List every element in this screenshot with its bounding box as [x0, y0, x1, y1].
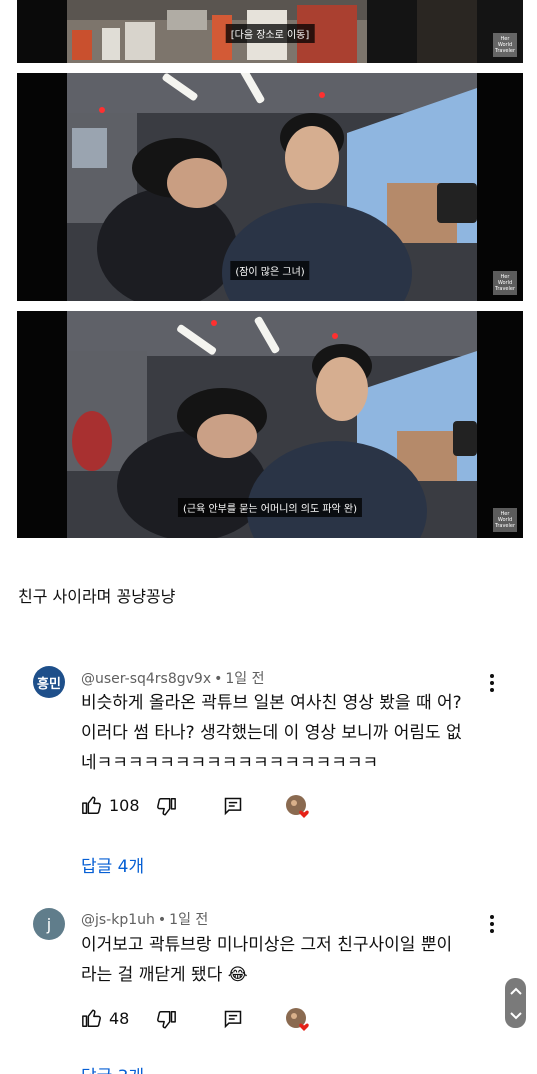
commenter-avatar[interactable]: j [33, 908, 65, 940]
thumbs-up-icon [82, 1009, 101, 1027]
comment-text: 이거보고 곽튜브랑 미나미상은 그저 친구사이일 뿐이라는 걸 깨닫게 됐다 😂 [81, 935, 453, 985]
comment-time: 1일 전 [225, 671, 265, 687]
like-count: 48 [109, 1008, 130, 1028]
chevron-up-icon [509, 987, 522, 995]
comment-actions: 108 [81, 794, 321, 818]
meta-separator: • [157, 912, 167, 928]
video-subtitle-3: (근육 안부를 묻는 어머니의 의도 파악 완) [177, 498, 363, 517]
comment-reply-icon[interactable] [223, 796, 243, 816]
more-vert-icon[interactable] [485, 912, 499, 936]
video-frame-2: (잠이 많은 그녀) Her World Traveler [17, 73, 523, 301]
channel-watermark-2: Her World Traveler [493, 271, 517, 295]
comment-meta: @user-sq4rs8gv9x • 1일 전 [81, 668, 265, 688]
comment-time: 1일 전 [169, 912, 209, 928]
comment-actions: 48 [81, 1007, 321, 1031]
video-frame-1: [다음 장소로 이동] Her World Traveler [17, 0, 523, 63]
comment-text: 비슷하게 올라온 곽튜브 일본 여사친 영상 봤을 때 어? 이러다 썸 타나?… [81, 693, 462, 773]
comment-meta: @js-kp1uh • 1일 전 [81, 909, 208, 929]
creator-heart-icon [286, 795, 309, 818]
channel-watermark-3: Her World Traveler [493, 508, 517, 532]
thumbs-down-icon[interactable] [155, 1009, 177, 1031]
view-replies-link[interactable]: 답글 4개 [81, 852, 144, 877]
like-button[interactable]: 108 [81, 794, 140, 816]
commenter-avatar[interactable]: 흥민 [33, 666, 65, 698]
comment-reply-icon[interactable] [223, 1009, 243, 1029]
thumbs-up-icon [82, 796, 101, 814]
video-subtitle-1: [다음 장소로 이동] [225, 24, 315, 43]
more-vert-icon[interactable] [485, 671, 499, 695]
video-subtitle-2: (잠이 많은 그녀) [230, 261, 310, 280]
channel-watermark-1: Her World Traveler [493, 33, 517, 57]
view-replies-link[interactable]: 답글 3개 [81, 1062, 144, 1074]
post-caption: 친구 사이라며 꽁냥꽁냥 [18, 587, 176, 606]
video-frame-3: (근육 안부를 묻는 어머니의 의도 파악 완) Her World Trave… [17, 311, 523, 538]
thumbs-down-icon[interactable] [155, 796, 177, 818]
chevron-down-icon [509, 1011, 522, 1019]
like-count: 108 [109, 795, 140, 815]
fast-scroll-handle[interactable] [505, 978, 526, 1028]
meta-separator: • [214, 671, 223, 687]
comment-author[interactable]: @user-sq4rs8gv9x [81, 671, 211, 687]
comment-author[interactable]: @js-kp1uh [81, 912, 155, 928]
creator-heart-icon [286, 1008, 309, 1031]
like-button[interactable]: 48 [81, 1007, 129, 1029]
